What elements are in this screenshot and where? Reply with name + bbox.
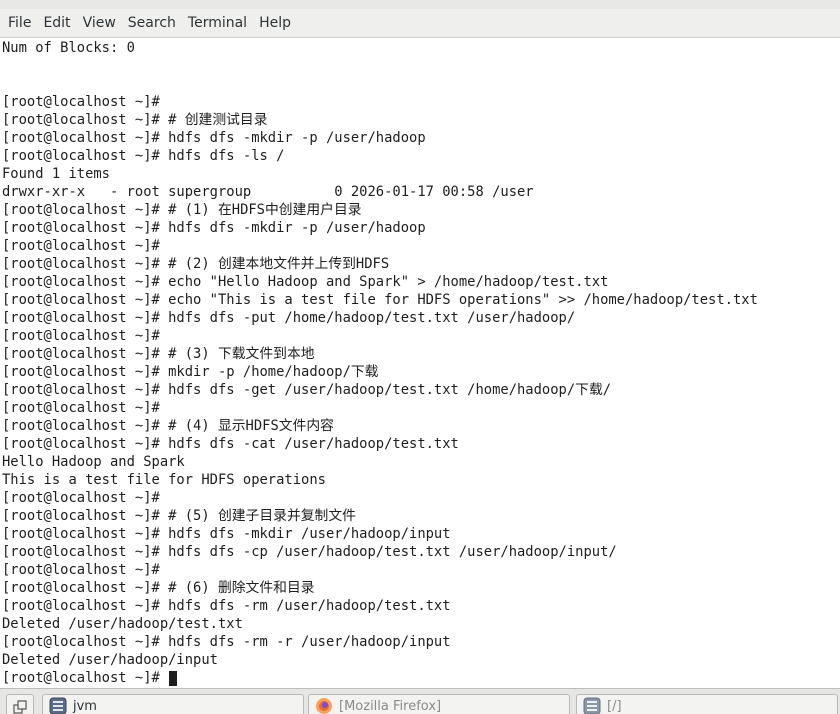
terminal-line: [root@localhost ~]# echo "Hello Hadoop a… [2, 274, 609, 290]
terminal-line: Num of Blocks: 0 [2, 40, 135, 56]
terminal-line: [root@localhost ~]# [2, 490, 160, 506]
menu-view[interactable]: View [77, 9, 122, 38]
text-cursor [169, 670, 178, 686]
terminal-line: [root@localhost ~]# hdfs dfs -mkdir -p /… [2, 130, 426, 146]
active-prompt-line[interactable]: [root@localhost ~]# [2, 669, 758, 687]
terminal-line: [root@localhost ~]# hdfs dfs -rm -r /use… [2, 634, 451, 650]
terminal-line: Found 1 items [2, 166, 110, 182]
show-desktop-icon [13, 700, 27, 714]
terminal-line: [root@localhost ~]# # (4) 显示HDFS文件内容 [2, 418, 334, 434]
terminal-line: [root@localhost ~]# hdfs dfs -mkdir -p /… [2, 220, 426, 236]
terminal-line: [root@localhost ~]# hdfs dfs -put /home/… [2, 310, 576, 326]
menu-help[interactable]: Help [253, 9, 297, 38]
terminal-lines: Num of Blocks: 0 [root@localhost ~]# [ro… [2, 39, 758, 687]
terminal-line: [root@localhost ~]# [2, 94, 160, 110]
terminal-line: [root@localhost ~]# # (2) 创建本地文件并上传到HDFS [2, 256, 390, 272]
terminal-line: [root@localhost ~]# [2, 562, 160, 578]
taskbar-item-label: [Mozilla Firefox] [339, 698, 442, 714]
terminal-line: [root@localhost ~]# [2, 328, 160, 344]
terminal-line: [root@localhost ~]# # (1) 在HDFS中创建用户目录 [2, 202, 362, 218]
terminal-line: [root@localhost ~]# hdfs dfs -cp /user/h… [2, 544, 617, 560]
file-manager-icon [583, 697, 601, 714]
taskbar-item-firefox[interactable]: [Mozilla Firefox] [308, 694, 570, 714]
terminal-line: [root@localhost ~]# hdfs dfs -cat /user/… [2, 436, 459, 452]
terminal-line: Deleted /user/hadoop/input [2, 652, 218, 668]
terminal-line: Deleted /user/hadoop/test.txt [2, 616, 243, 632]
terminal-line: [root@localhost ~]# hdfs dfs -mkdir /use… [2, 526, 451, 542]
prompt-text: [root@localhost ~]# [2, 670, 169, 686]
terminal-line: [root@localhost ~]# # (5) 创建子目录并复制文件 [2, 508, 356, 524]
terminal-line: Hello Hadoop and Spark [2, 454, 185, 470]
taskbar-item-jvm[interactable]: jvm [42, 694, 304, 714]
show-desktop-button[interactable] [6, 694, 34, 714]
firefox-icon [316, 698, 332, 714]
taskbar: jvm [Mozilla Firefox] [/] [0, 688, 840, 714]
terminal-line: [root@localhost ~]# hdfs dfs -ls / [2, 148, 285, 164]
terminal-line: [root@localhost ~]# # (6) 删除文件和目录 [2, 580, 315, 596]
taskbar-item-label: jvm [73, 698, 97, 714]
terminal-line: drwxr-xr-x - root supergroup 0 2026-01-1… [2, 184, 534, 200]
menu-bar: File Edit View Search Terminal Help [0, 9, 840, 38]
terminal-line: [root@localhost ~]# # 创建测试目录 [2, 112, 268, 128]
terminal-line: [root@localhost ~]# [2, 238, 160, 254]
menu-terminal[interactable]: Terminal [182, 9, 253, 38]
taskbar-item-label: [/] [607, 698, 622, 714]
terminal-line: This is a test file for HDFS operations [2, 472, 326, 488]
menu-search[interactable]: Search [122, 9, 182, 38]
terminal-output-area[interactable]: Num of Blocks: 0 [root@localhost ~]# [ro… [0, 38, 840, 688]
terminal-line: [root@localhost ~]# hdfs dfs -rm /user/h… [2, 598, 451, 614]
terminal-line: [root@localhost ~]# # (3) 下载文件到本地 [2, 346, 315, 362]
terminal-line: [root@localhost ~]# [2, 400, 160, 416]
menu-file[interactable]: File [2, 9, 37, 38]
terminal-line: [root@localhost ~]# mkdir -p /home/hadoo… [2, 364, 379, 380]
terminal-line: [root@localhost ~]# echo "This is a test… [2, 292, 758, 308]
taskbar-item-file-manager[interactable]: [/] [576, 694, 838, 714]
menu-edit[interactable]: Edit [37, 9, 76, 38]
terminal-line: [root@localhost ~]# hdfs dfs -get /user/… [2, 382, 612, 398]
terminal-icon [49, 697, 67, 714]
